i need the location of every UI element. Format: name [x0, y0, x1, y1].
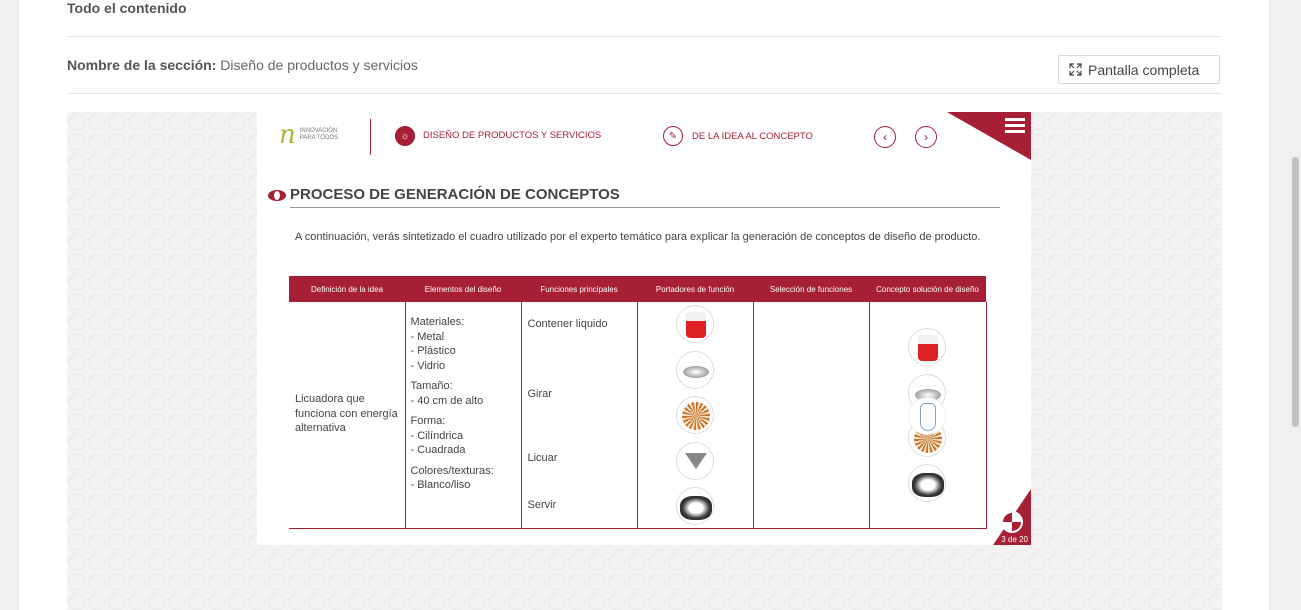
selection-cell: [752, 302, 946, 529]
coil-icon: [675, 396, 714, 434]
next-slide-button[interactable]: ›: [915, 126, 937, 148]
function-item: Servir: [527, 499, 557, 511]
size-title: Tamaño:: [410, 380, 453, 392]
content-panel: Todo el contenido Nombre de la sección: …: [18, 0, 1270, 610]
table-header-row: Definición de la idea Elementos del dise…: [289, 276, 986, 302]
header-separator: [370, 119, 371, 155]
logo-line-2: PARA TODOS: [299, 135, 339, 141]
lifebuoy-icon[interactable]: [1001, 511, 1023, 533]
expand-icon: [1069, 63, 1082, 76]
fullscreen-label: Pantalla completa: [1088, 61, 1200, 78]
chevron-left-icon: ‹: [883, 130, 887, 144]
title-bullet-icon: [268, 190, 286, 201]
elements-cell: Materiales: - Metal - Plástico - Vidrio …: [404, 302, 522, 529]
page-indicator: 3 de 20: [1001, 535, 1028, 544]
section-name-value: Diseño de productos y servicios: [220, 57, 418, 73]
header-concept: Concepto solución de diseño: [869, 276, 986, 302]
color-item: - Blanco/liso: [410, 479, 471, 491]
header-carriers: Portadores de función: [637, 276, 753, 302]
breadcrumb-topic[interactable]: DE LA IDEA AL CONCEPTO: [692, 131, 813, 142]
slide: n INNOVACIÓN PARA TODOS ☼ DISEÑO DE PROD…: [257, 112, 1031, 545]
section-name-label: Nombre de la sección:: [67, 57, 217, 73]
concept-cell: [868, 302, 987, 529]
idea-text: Licuadora que funciona con energía alter…: [295, 393, 398, 434]
title-underline: [290, 207, 1000, 208]
function-item: Licuar: [527, 452, 558, 464]
hamburger-menu-icon[interactable]: [1005, 118, 1025, 136]
material-item: - Plástico: [410, 345, 456, 357]
chevron-right-icon: ›: [924, 130, 928, 144]
slide-title: PROCESO DE GENERACIÓN DE CONCEPTOS: [290, 186, 620, 203]
funnel-icon: [675, 442, 714, 480]
logo: n INNOVACIÓN PARA TODOS: [279, 122, 338, 148]
prev-slide-button[interactable]: ‹: [874, 126, 896, 148]
divider: [67, 36, 1222, 37]
shape-title: Forma:: [410, 415, 446, 427]
material-item: - Vidrio: [410, 359, 446, 372]
fullscreen-button[interactable]: Pantalla completa: [1058, 55, 1220, 84]
header-idea: Definición de la idea: [289, 276, 405, 302]
scrollbar-thumb[interactable]: [1292, 157, 1299, 427]
divider: [67, 93, 1222, 94]
size-item: - 40 cm de alto: [410, 394, 484, 407]
section-name: Nombre de la sección: Diseño de producto…: [67, 57, 418, 73]
table-row: Licuadora que funciona con energía alter…: [289, 302, 987, 529]
blender-sketch-icon: [907, 397, 946, 435]
logo-mark: n: [279, 120, 296, 150]
shape-item: - Cuadrada: [410, 444, 466, 456]
elements-list: Materiales: - Metal - Plástico - Vidrio …: [411, 315, 494, 493]
colors-title: Colores/texturas:: [410, 464, 494, 477]
blade-icon: [675, 487, 714, 525]
idea-cell: Licuadora que funciona con energía alter…: [289, 302, 406, 529]
can-icon: [675, 305, 714, 343]
pencil-icon: ✎: [663, 126, 683, 146]
material-item: - Metal: [410, 330, 445, 343]
concept-table: Definición de la idea Elementos del dise…: [289, 276, 987, 529]
content-viewer: n INNOVACIÓN PARA TODOS ☼ DISEÑO DE PROD…: [67, 112, 1222, 610]
carriers-cell: [636, 302, 754, 529]
lightbulb-icon: ☼: [395, 126, 415, 146]
header-elements: Elementos del diseño: [405, 276, 521, 302]
function-item: Girar: [527, 388, 552, 400]
breadcrumb-section[interactable]: DISEÑO DE PRODUCTOS Y SERVICIOS: [423, 130, 601, 141]
header-functions: Funciones principales: [521, 276, 637, 302]
header-selection: Selección de funciones: [753, 276, 869, 302]
all-content-link[interactable]: Todo el contenido: [67, 0, 187, 16]
materials-title: Materiales:: [410, 316, 465, 328]
functions-cell: Contener liquido Girar Licuar Servir: [520, 302, 638, 529]
motor-icon: [675, 351, 714, 389]
function-item: Contener liquido: [527, 318, 608, 330]
shape-item: - Cilíndrica: [410, 429, 464, 442]
intro-text: A continuación, verás sintetizado el cua…: [295, 231, 981, 243]
logo-line-1: INNOVACIÓN: [299, 128, 338, 134]
